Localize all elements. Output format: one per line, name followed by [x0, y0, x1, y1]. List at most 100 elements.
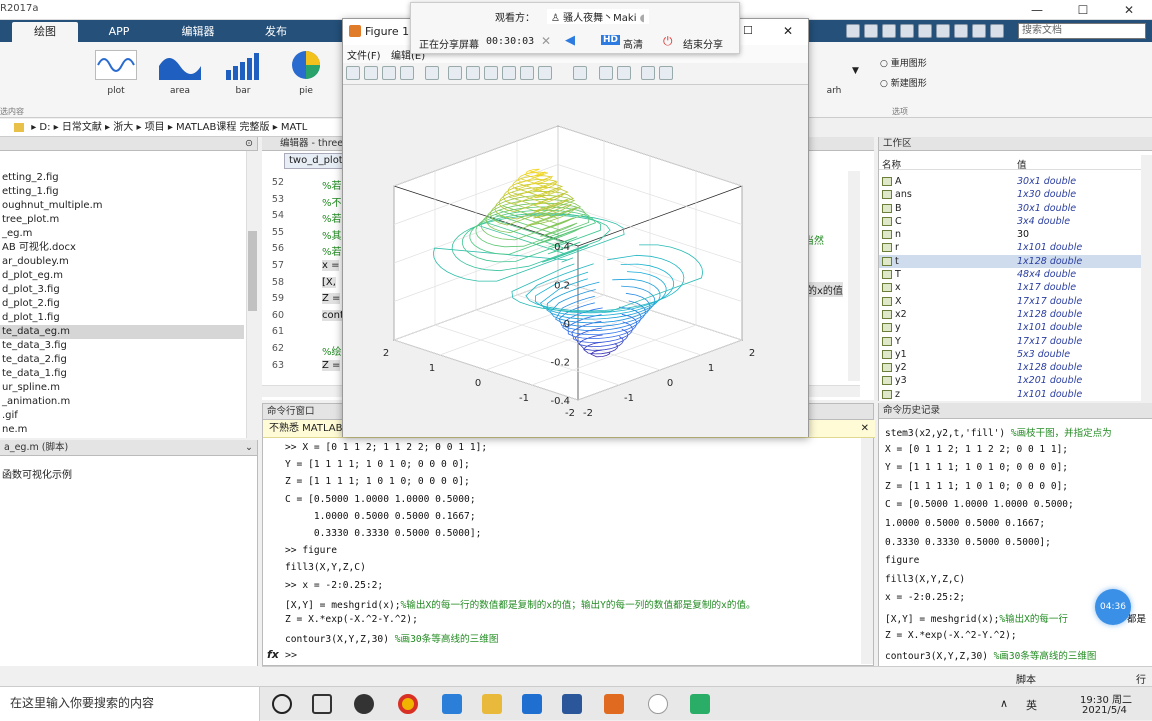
file-item[interactable]: d_plot_eg.m	[0, 269, 244, 283]
code-line[interactable]: %绘	[322, 343, 342, 358]
legend-icon[interactable]	[617, 66, 631, 80]
file-item[interactable]: ur_spline.m	[0, 381, 244, 395]
scrollbar-thumb[interactable]	[248, 231, 257, 311]
workspace-variable[interactable]: y1 5x3 double	[879, 348, 1141, 361]
show-plot-tools-icon[interactable]	[659, 66, 673, 80]
function-browser-icon[interactable]: fx	[267, 648, 279, 661]
gallery-expand-icon[interactable]: ▼	[852, 66, 859, 76]
history-entry[interactable]: Z = X.*exp(-X.^2-Y.^2);	[885, 630, 1017, 641]
pie-button[interactable]: pie	[280, 48, 332, 102]
wechat-icon[interactable]	[690, 694, 710, 714]
figure-close-button[interactable]: ✕	[783, 24, 793, 38]
workspace-variable[interactable]: Y 17x17 double	[879, 335, 1141, 348]
file-item[interactable]: AB 可视化.docx	[0, 241, 244, 255]
screen-share-overlay[interactable]: 观看方： ♙ 骚人夜舞丶Maki ◖ 正在分享屏幕 00:30:03 ✕ ◀ H…	[410, 2, 740, 54]
file-item[interactable]: te_data_2.fig	[0, 353, 244, 367]
area-button[interactable]: area	[154, 48, 206, 102]
workspace-variable[interactable]: t 1x128 double	[879, 254, 1141, 269]
bar-button[interactable]: bar	[217, 48, 269, 102]
file-item[interactable]: d_plot_3.fig	[0, 283, 244, 297]
power-icon[interactable]: ⏻	[663, 34, 673, 49]
workspace-scrollbar[interactable]	[1141, 155, 1152, 401]
minimize-button[interactable]: —	[1014, 0, 1060, 20]
copy-icon[interactable]	[900, 24, 914, 38]
code-line[interactable]: cont	[322, 309, 344, 321]
workspace-variable[interactable]: y 1x101 double	[879, 321, 1141, 334]
history-entry[interactable]: 1.0000 0.5000 0.5000 0.1667;	[885, 518, 1045, 529]
taskbar-search-input[interactable]: 在这里输入你要搜索的内容	[0, 687, 260, 721]
timer-bubble[interactable]: 04:36	[1095, 589, 1131, 625]
redo-icon[interactable]	[954, 24, 968, 38]
command-prompt[interactable]: >>	[285, 650, 297, 661]
command-scrollbar[interactable]	[861, 438, 873, 664]
code-line[interactable]: x =	[322, 260, 340, 271]
file-item[interactable]: d_plot_1.fig	[0, 311, 244, 325]
history-entry[interactable]: Y = [1 1 1 1; 1 0 1 0; 0 0 0 0];	[885, 462, 1068, 473]
maximize-button[interactable]: ☐	[1060, 0, 1106, 20]
zoom-out-icon[interactable]	[466, 66, 480, 80]
file-item[interactable]: etting_1.fig	[0, 185, 244, 199]
file-item[interactable]: etting_2.fig	[0, 171, 244, 185]
reuse-figure-option[interactable]: ○ 重用图形	[880, 56, 927, 69]
file-item[interactable]: te_data_3.fig	[0, 339, 244, 353]
colorbar-icon[interactable]	[599, 66, 613, 80]
command-output[interactable]: >> X = [0 1 1 2; 1 1 2 2; 0 0 1 1]; Y = […	[263, 442, 863, 652]
details-header[interactable]: a_eg.m (脚本) ⌄	[0, 440, 257, 456]
panel-menu-icon[interactable]: ⊙	[245, 137, 253, 150]
code-line[interactable]: %若	[322, 177, 342, 192]
new-figure-icon[interactable]	[346, 66, 360, 80]
workspace-variable[interactable]: X 17x17 double	[879, 295, 1141, 308]
clock-date[interactable]: 2021/5/4	[1082, 705, 1127, 716]
code-line[interactable]: %不	[322, 194, 342, 209]
photos-icon[interactable]	[522, 694, 542, 714]
path-segment[interactable]: 日常文献	[62, 122, 102, 133]
switch-windows-icon[interactable]	[972, 24, 986, 38]
search-docs-input[interactable]: 搜索文档	[1018, 23, 1146, 39]
workspace-variable[interactable]: x 1x17 double	[879, 281, 1141, 294]
workspace-variable[interactable]: x2 1x128 double	[879, 308, 1141, 321]
matlab-icon[interactable]	[604, 694, 624, 714]
file-item[interactable]: tree_plot.m	[0, 213, 244, 227]
tray-chevron-icon[interactable]: ∧	[1000, 697, 1008, 710]
word-icon[interactable]	[562, 694, 582, 714]
plot-button[interactable]: plot	[90, 48, 142, 102]
history-entry[interactable]: stem3(x2,y2,t,'fill') %画枝干图，并指定点为	[885, 425, 1112, 439]
file-item[interactable]: _animation.m	[0, 395, 244, 409]
workspace-variable[interactable]: z 1x101 double	[879, 388, 1141, 401]
code-line[interactable]: %其	[322, 227, 342, 242]
help-icon[interactable]	[990, 24, 1004, 38]
print-icon[interactable]	[400, 66, 414, 80]
open-file-icon[interactable]	[364, 66, 378, 80]
save-all-icon[interactable]	[864, 24, 878, 38]
figure-window[interactable]: Figure 1 ☐ ✕ 文件(F) 编辑(E) -0.4 -0.2 0 0.2 0.4…	[342, 18, 809, 437]
current-folder-path[interactable]: ▸ D: ▸ 日常文献 ▸ 浙大 ▸ 项目 ▸ MATLAB课程 完整版 ▸ M…	[0, 119, 345, 137]
workspace-variable[interactable]: T 48x4 double	[879, 268, 1141, 281]
save-icon[interactable]	[846, 24, 860, 38]
workspace-variable[interactable]: n 30	[879, 228, 1141, 241]
link-plot-icon[interactable]	[573, 66, 587, 80]
history-entry[interactable]: fill3(X,Y,Z,C)	[885, 574, 965, 585]
brush-icon[interactable]	[538, 66, 552, 80]
pan-icon[interactable]	[484, 66, 498, 80]
history-entry[interactable]: x = -2:0.25:2;	[885, 592, 965, 603]
history-list[interactable]: stem3(x2,y2,t,'fill') %画枝干图，并指定点为 X = [0 …	[879, 421, 1151, 665]
workspace-variable[interactable]: ans 1x30 double	[879, 188, 1141, 201]
code-line[interactable]: %若	[322, 210, 342, 225]
tab-editor[interactable]: 编辑器	[160, 22, 236, 42]
file-item[interactable]: oughnut_multiple.m	[0, 199, 244, 213]
column-value[interactable]: 值	[1017, 157, 1027, 171]
history-entry[interactable]: C = [0.5000 1.0000 1.0000 0.5000;	[885, 499, 1074, 510]
rotate-3d-icon[interactable]	[502, 66, 516, 80]
path-segment[interactable]: MATL	[281, 122, 307, 133]
file-item[interactable]: ne.m	[0, 423, 244, 437]
app-icon[interactable]	[354, 694, 374, 714]
editor-scrollbar[interactable]	[848, 171, 860, 381]
undo-icon[interactable]	[936, 24, 950, 38]
file-item[interactable]: d_plot_2.fig	[0, 297, 244, 311]
code-line[interactable]: Z =	[322, 293, 341, 305]
computer-icon[interactable]	[442, 694, 462, 714]
file-item[interactable]: te_data_eg.m	[0, 325, 244, 339]
file-item[interactable]: .gif	[0, 409, 244, 423]
history-entry[interactable]: figure	[885, 555, 919, 566]
cortana-icon[interactable]	[272, 694, 292, 714]
